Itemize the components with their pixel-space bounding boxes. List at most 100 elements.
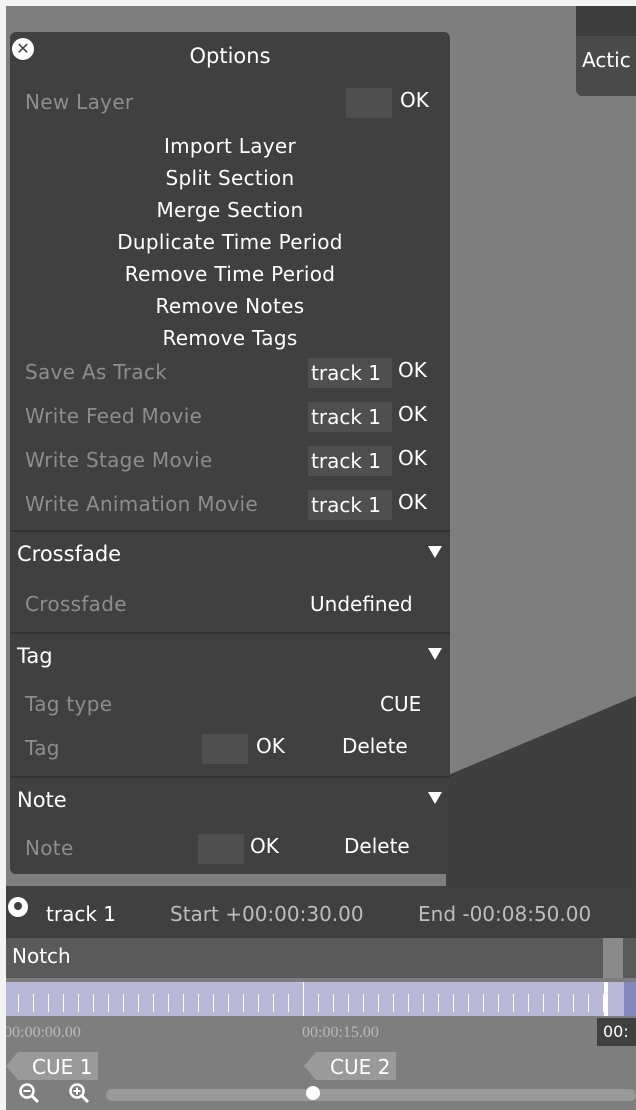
write-stage-movie-ok-button[interactable]: OK <box>398 446 427 470</box>
actions-panel[interactable]: Actic <box>576 6 636 96</box>
collapse-triangle-icon <box>428 546 442 558</box>
viewport-shape <box>446 696 636 886</box>
tag-type-row: Tag type CUE <box>10 686 450 722</box>
ruler-tick <box>573 994 574 1012</box>
cue-marker[interactable]: CUE 1 <box>6 1052 99 1080</box>
track-name: track 1 <box>46 902 116 926</box>
note-section-header[interactable]: Note <box>10 780 450 820</box>
note-label: Note <box>25 836 74 860</box>
ruler-tick <box>273 994 274 1012</box>
crossfade-label: Crossfade <box>25 592 127 616</box>
tag-type-value[interactable]: CUE <box>380 692 421 716</box>
write-animation-movie-row: Write Animation Movie track 1 OK <box>10 486 450 522</box>
note-ok-button[interactable]: OK <box>250 834 279 858</box>
layer-name: Notch <box>12 944 71 968</box>
options-panel: ✕ Options New Layer OK Import Layer Spli… <box>10 32 450 874</box>
split-section-button[interactable]: Split Section <box>10 166 450 190</box>
ruler-end-marker <box>624 982 636 1016</box>
divider <box>10 776 450 778</box>
zoom-scroll-thumb[interactable] <box>306 1086 320 1100</box>
ruler-tick <box>378 994 379 1012</box>
note-input[interactable] <box>198 834 244 864</box>
app-frame: Actic ✕ Options New Layer OK Import Laye… <box>6 6 636 1110</box>
ruler-tick <box>408 994 409 1012</box>
save-as-track-label: Save As Track <box>25 360 168 384</box>
write-feed-movie-input[interactable]: track 1 <box>308 402 392 432</box>
ruler-tick <box>108 994 109 1012</box>
tag-delete-button[interactable]: Delete <box>342 734 408 758</box>
track-start: Start +00:00:30.00 <box>170 902 364 926</box>
write-stage-movie-input[interactable]: track 1 <box>308 446 392 476</box>
merge-section-button[interactable]: Merge Section <box>10 198 450 222</box>
ruler-tick <box>363 994 364 1012</box>
ruler-tick <box>93 994 94 1012</box>
ruler-tick <box>468 994 469 1012</box>
ruler-tick <box>393 994 394 1012</box>
ruler-tick <box>183 994 184 1012</box>
divider <box>10 530 450 532</box>
write-stage-movie-label: Write Stage Movie <box>25 448 213 472</box>
write-animation-movie-ok-button[interactable]: OK <box>398 490 427 514</box>
crossfade-section-header[interactable]: Crossfade <box>10 534 450 574</box>
new-layer-ok-button[interactable]: OK <box>400 88 429 112</box>
tag-type-label: Tag type <box>25 692 113 716</box>
ruler-tick <box>243 994 244 1012</box>
ruler-tick <box>63 994 64 1012</box>
ruler-tick <box>78 994 79 1012</box>
tag-ok-button[interactable]: OK <box>256 734 285 758</box>
layer-handle[interactable] <box>603 938 623 978</box>
save-as-track-ok-button[interactable]: OK <box>398 358 427 382</box>
ruler-tick <box>348 994 349 1012</box>
time-label: 00:00:00.00 <box>6 1024 81 1041</box>
new-layer-label: New Layer <box>25 90 134 114</box>
import-layer-button[interactable]: Import Layer <box>10 134 450 158</box>
write-animation-movie-input[interactable]: track 1 <box>308 490 392 520</box>
timeline-ruler[interactable] <box>6 982 636 1016</box>
time-label: 00:00:15.00 <box>302 1024 379 1041</box>
crossfade-value[interactable]: Undefined <box>310 592 413 616</box>
ruler-tick <box>48 994 49 1012</box>
ruler-tick <box>498 994 499 1012</box>
location-pin-icon[interactable] <box>8 897 28 917</box>
layer-bar[interactable]: Notch <box>6 938 636 978</box>
ruler-tick <box>198 994 199 1012</box>
duplicate-time-period-button[interactable]: Duplicate Time Period <box>10 230 450 254</box>
timeline: track 1 Start +00:00:30.00 End -00:08:50… <box>6 886 636 1110</box>
zoom-in-icon[interactable] <box>68 1082 90 1104</box>
ruler-tick <box>483 994 484 1012</box>
zoom-scrollbar[interactable] <box>106 1089 636 1101</box>
ruler-tick <box>123 994 124 1012</box>
crossfade-header-label: Crossfade <box>17 542 122 566</box>
track-end: End -00:08:50.00 <box>418 902 592 926</box>
ruler-tick <box>438 994 439 1012</box>
remove-tags-button[interactable]: Remove Tags <box>10 326 450 350</box>
tag-label: Tag <box>25 736 60 760</box>
crossfade-row: Crossfade Undefined <box>10 586 450 622</box>
remove-time-period-button[interactable]: Remove Time Period <box>10 262 450 286</box>
tag-header-label: Tag <box>17 644 53 668</box>
ruler-tick <box>33 994 34 1012</box>
ruler-tick <box>303 982 304 1016</box>
tag-section-header[interactable]: Tag <box>10 636 450 676</box>
zoom-out-icon[interactable] <box>18 1082 40 1104</box>
cue-marker[interactable]: CUE 2 <box>303 1052 397 1080</box>
ruler-tick <box>333 994 334 1012</box>
new-layer-row: New Layer OK <box>10 84 450 120</box>
remove-notes-button[interactable]: Remove Notes <box>10 294 450 318</box>
ruler-tick <box>528 994 529 1012</box>
note-delete-button[interactable]: Delete <box>344 834 410 858</box>
ruler-tick <box>588 994 589 1012</box>
ruler-tick <box>228 994 229 1012</box>
note-row: Note OK Delete <box>10 830 450 866</box>
ruler-tick <box>288 994 289 1012</box>
collapse-triangle-icon <box>428 792 442 804</box>
divider <box>10 632 450 634</box>
tag-input[interactable] <box>202 734 248 764</box>
new-layer-input[interactable] <box>346 88 392 118</box>
write-feed-movie-ok-button[interactable]: OK <box>398 402 427 426</box>
ruler-tick <box>513 994 514 1012</box>
track-header: track 1 Start +00:00:30.00 End -00:08:50… <box>6 886 636 938</box>
save-as-track-input[interactable]: track 1 <box>308 358 392 388</box>
ruler-tick <box>558 994 559 1012</box>
playhead-cursor[interactable] <box>604 982 608 1016</box>
